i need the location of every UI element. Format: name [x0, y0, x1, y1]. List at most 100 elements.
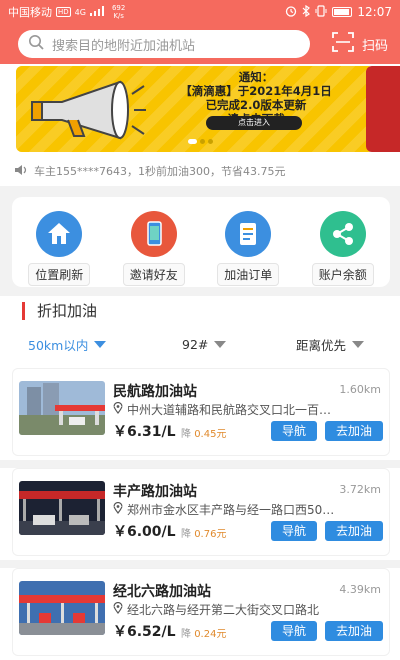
section-title: 折扣加油 [22, 302, 97, 320]
megaphone-icon [28, 80, 148, 146]
station-address-text: 经北六路与经开第二大街交叉口路北 [127, 603, 320, 617]
station-discount: 降 0.24元 [181, 625, 226, 640]
order-list-icon [225, 211, 272, 257]
station-distance: 3.72km [339, 483, 381, 496]
status-bar: 中国移动 HD 4G 692 K/s 12:07 [0, 0, 400, 24]
station-name: 丰产路加油站 [113, 484, 197, 500]
shortcut-grid: 位置刷新 邀请好友 加油订单 账户余额 [12, 197, 390, 287]
banner-enter-button[interactable]: 点击进入 [206, 116, 302, 130]
station-price: ￥6.31/L [113, 424, 176, 440]
station-price: ￥6.00/L [113, 524, 176, 540]
station-address-text: 中州大道辅路和民航路交叉口北一百… [127, 403, 332, 417]
station-address: 中州大道辅路和民航路交叉口北一百… [113, 401, 385, 418]
station-discount: 降 0.76元 [181, 525, 226, 540]
shortcut-invite-friends[interactable]: 邀请好友 [113, 211, 195, 287]
battery-icon [332, 7, 353, 17]
alarm-icon [285, 5, 297, 20]
go-refuel-button[interactable]: 去加油 [325, 621, 383, 641]
network-type: 4G [74, 7, 86, 17]
station-card[interactable]: 丰产路加油站 3.72km 郑州市金水区丰产路与经一路口西50… ￥6.00/L… [12, 468, 390, 556]
carrier-name: 中国移动 [8, 6, 52, 19]
chevron-down-icon [94, 340, 107, 348]
station-photo [19, 381, 105, 435]
filter-distance-label: 50km以内 [28, 337, 89, 353]
shortcut-account-balance[interactable]: 账户余额 [302, 211, 384, 287]
discount-label: 降 [181, 629, 191, 640]
filter-bar: 50km以内 92# 距离优先 [0, 332, 400, 356]
discount-value: 0.24元 [194, 629, 227, 640]
station-price: ￥6.52/L [113, 624, 176, 640]
chevron-down-icon [214, 340, 227, 348]
filter-fuel-type[interactable]: 92# [182, 336, 227, 352]
hd-badge: HD [56, 7, 71, 17]
home-refresh-icon [36, 211, 83, 257]
network-speed: 692 K/s [112, 4, 125, 20]
location-pin-icon [113, 501, 123, 517]
search-icon [28, 34, 44, 54]
speaker-icon [14, 164, 28, 179]
search-input[interactable]: 搜索目的地附近加油机站 [18, 30, 310, 58]
chevron-down-icon [352, 340, 365, 348]
shortcut-fuel-orders[interactable]: 加油订单 [207, 211, 289, 287]
location-pin-icon [113, 601, 123, 617]
share-balance-icon [319, 211, 366, 257]
ticker-text: 车主155****7643，1秒前加油300，节省43.75元 [34, 165, 286, 178]
shortcut-label: 位置刷新 [28, 263, 91, 286]
top-header: 搜索目的地附近加油机站 扫码 [0, 24, 400, 64]
scan-label: 扫码 [361, 38, 388, 54]
divider [0, 460, 400, 468]
activity-ticker: 车主155****7643，1秒前加油300，节省43.75元 [0, 156, 400, 186]
go-refuel-button[interactable]: 去加油 [325, 421, 383, 441]
carousel-indicator [188, 139, 213, 144]
notice-line: 【滴滴惠】于2021年4月1日 [180, 84, 332, 98]
navigate-button[interactable]: 导航 [271, 621, 317, 641]
shortcut-label: 加油订单 [217, 263, 280, 286]
go-refuel-button[interactable]: 去加油 [325, 521, 383, 541]
station-distance: 4.39km [339, 583, 381, 596]
phone-invite-icon [130, 211, 177, 257]
banner-next-slide[interactable] [366, 66, 400, 152]
station-discount: 降 0.45元 [181, 425, 226, 440]
discount-fuel-section: 折扣加油 50km以内 92# 距离优先 民航路加油站 1.60km 中州大道辅… [0, 296, 400, 660]
station-name: 经北六路加油站 [113, 584, 211, 600]
search-placeholder: 搜索目的地附近加油机站 [52, 38, 196, 54]
filter-sort-label: 距离优先 [296, 337, 347, 353]
signal-icon [89, 5, 104, 19]
discount-value: 0.76元 [194, 529, 227, 540]
filter-distance[interactable]: 50km以内 [28, 335, 107, 354]
station-address: 郑州市金水区丰产路与经一路口西50… [113, 501, 385, 518]
carousel-dot [200, 139, 205, 144]
station-card[interactable]: 民航路加油站 1.60km 中州大道辅路和民航路交叉口北一百… ￥6.31/L … [12, 368, 390, 456]
speed-unit: K/s [113, 12, 124, 20]
scan-icon [332, 32, 354, 56]
filter-sort[interactable]: 距离优先 [296, 335, 365, 354]
shortcut-label: 邀请好友 [122, 263, 185, 286]
shortcut-location-refresh[interactable]: 位置刷新 [18, 211, 100, 287]
notice-line: 通知： [238, 70, 274, 84]
station-photo [19, 581, 105, 635]
shortcut-label: 账户余额 [311, 263, 374, 286]
vibrate-icon [315, 4, 327, 20]
location-pin-icon [113, 401, 123, 417]
carousel-dot [208, 139, 213, 144]
discount-label: 降 [181, 429, 191, 440]
station-name: 民航路加油站 [113, 384, 197, 400]
navigate-button[interactable]: 导航 [271, 421, 317, 441]
filter-fuel-label: 92# [182, 336, 209, 352]
speed-value: 692 [111, 4, 126, 12]
carousel-dot-active [188, 139, 197, 144]
station-address: 经北六路与经开第二大街交叉口路北 [113, 601, 385, 618]
notice-line: 已完成2.0版本更新 [205, 98, 307, 112]
station-distance: 1.60km [339, 383, 381, 396]
status-time: 12:07 [357, 5, 392, 19]
station-photo [19, 481, 105, 535]
banner-slide[interactable]: 通知： 【滴滴惠】于2021年4月1日 已完成2.0版本更新 请点击下载 点击进… [16, 66, 374, 152]
divider [0, 560, 400, 568]
bluetooth-icon [302, 4, 311, 20]
discount-label: 降 [181, 529, 191, 540]
scan-button[interactable]: 扫码 [332, 32, 388, 56]
station-card[interactable]: 经北六路加油站 4.39km 经北六路与经开第二大街交叉口路北 ￥6.52/L … [12, 568, 390, 656]
navigate-button[interactable]: 导航 [271, 521, 317, 541]
discount-value: 0.45元 [194, 429, 227, 440]
station-address-text: 郑州市金水区丰产路与经一路口西50… [127, 503, 335, 517]
